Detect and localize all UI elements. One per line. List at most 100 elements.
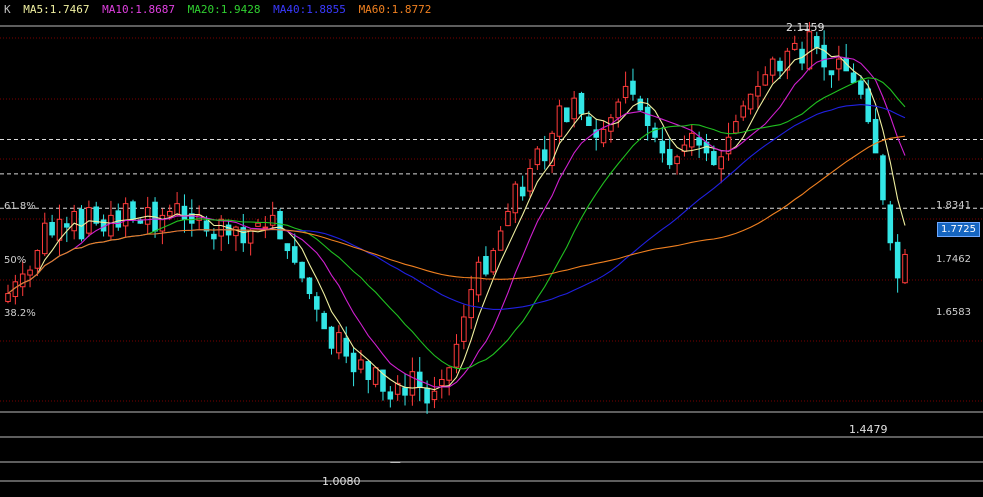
- candle-body-91: [674, 156, 680, 165]
- candle-body-58: [431, 390, 438, 401]
- candle-body-55: [409, 371, 416, 396]
- candle-body-102: [755, 85, 761, 97]
- candle-body-14: [108, 214, 114, 237]
- candle-body-96: [711, 151, 717, 166]
- candle-body-41: [306, 277, 313, 295]
- candle-body-66: [490, 250, 497, 273]
- candle-body-87: [644, 106, 651, 127]
- candle-body-43: [321, 312, 327, 330]
- candle-body-17: [130, 201, 136, 220]
- candle-body-77: [571, 97, 577, 120]
- legend-ma5: MA5:1.7467: [23, 3, 90, 16]
- candle-body-97: [718, 156, 724, 170]
- candle-body-6: [49, 221, 55, 236]
- candle-body-69: [512, 183, 519, 214]
- candle-body-119: [880, 155, 886, 201]
- candle-body-10: [78, 208, 85, 240]
- candle-body-116: [858, 80, 864, 95]
- candle-body-112: [828, 70, 835, 76]
- candle-body-46: [343, 337, 349, 357]
- candle-body-8: [64, 223, 70, 228]
- chart-canvas[interactable]: [0, 0, 983, 497]
- kline-chart[interactable]: K MA5:1.7467 MA10:1.8687 MA20:1.9428 MA4…: [0, 0, 983, 497]
- candle-body-48: [358, 359, 364, 370]
- fib-level-value-382: 1.6583: [936, 307, 971, 318]
- candle-body-111: [821, 44, 827, 68]
- candle-body-79: [586, 116, 592, 127]
- candle-body-85: [630, 80, 636, 95]
- candle-body-44: [328, 326, 335, 349]
- candle-body-42: [314, 296, 320, 310]
- current-price-tag: 1.7725: [937, 222, 980, 237]
- candle-body-57: [424, 387, 430, 404]
- candle-body-110: [813, 36, 820, 48]
- candle-body-35: [262, 226, 269, 229]
- candle-body-90: [666, 148, 673, 166]
- fib-level-value-50: 1.7462: [936, 254, 971, 265]
- candle-body-38: [284, 243, 291, 252]
- candle-body-86: [637, 98, 644, 111]
- legend-ma10: MA10:1.8687: [102, 3, 175, 16]
- candle-body-105: [777, 60, 783, 72]
- candle-body-54: [402, 387, 408, 396]
- candle-body-65: [483, 256, 489, 275]
- candle-body-84: [622, 85, 629, 99]
- candle-body-2: [19, 273, 26, 288]
- candle-body-75: [556, 105, 563, 137]
- candle-body-52: [387, 391, 394, 400]
- recent-low-label: 1.4479: [849, 423, 888, 436]
- candle-body-113: [836, 58, 842, 70]
- candle-body-9: [71, 210, 77, 232]
- legend-ma60: MA60:1.8772: [358, 3, 432, 16]
- candle-body-34: [255, 222, 261, 227]
- candle-body-103: [762, 74, 769, 86]
- candle-body-0: [5, 293, 11, 302]
- candle-body-73: [541, 149, 548, 162]
- low-price-label: 1.0080: [322, 475, 361, 488]
- candle-body-50: [372, 367, 379, 385]
- candle-body-39: [291, 246, 298, 263]
- candle-body-118: [872, 118, 879, 154]
- legend-prefix: K: [4, 3, 11, 16]
- candle-body-15: [115, 210, 122, 228]
- candle-body-93: [688, 132, 695, 148]
- ma60-line: [7, 135, 906, 294]
- legend-ma20: MA20:1.9428: [187, 3, 261, 16]
- candle-body-5: [41, 222, 48, 255]
- candle-body-78: [578, 92, 585, 115]
- candle-body-59: [439, 378, 445, 386]
- candle-body-70: [519, 186, 526, 197]
- candle-body-83: [615, 101, 622, 119]
- candle-body-47: [350, 352, 357, 373]
- candle-body-121: [894, 241, 901, 279]
- candle-body-99: [733, 121, 739, 134]
- candle-body-60: [446, 367, 452, 381]
- candle-body-115: [850, 72, 857, 84]
- candle-body-33: [247, 230, 254, 244]
- fib-level-label-50: 50%: [4, 255, 27, 266]
- candle-body-68: [505, 210, 511, 227]
- candle-body-72: [534, 148, 541, 166]
- candle-body-100: [740, 105, 747, 118]
- legend-ma40: MA40:1.8855: [273, 3, 346, 16]
- candle-body-37: [277, 211, 283, 240]
- candle-body-107: [791, 42, 798, 50]
- fib-level-label-618: 61.8%: [4, 201, 36, 212]
- candle-body-3: [27, 269, 33, 276]
- candle-body-104: [769, 58, 776, 76]
- candle-body-24: [181, 205, 188, 220]
- candle-body-45: [336, 332, 342, 354]
- candle-body-62: [461, 316, 467, 342]
- candle-body-94: [696, 137, 702, 146]
- ma-legend: K MA5:1.7467 MA10:1.8687 MA20:1.9428 MA4…: [4, 3, 437, 16]
- fib-level-label-382: 38.2%: [4, 308, 36, 319]
- candle-body-109: [806, 31, 813, 70]
- fib-level-value-618: 1.8341: [936, 200, 971, 211]
- ma40-line: [7, 104, 906, 310]
- candle-body-4: [34, 250, 41, 269]
- candle-body-71: [527, 167, 533, 192]
- high-price-label: 2.1159: [786, 21, 825, 34]
- candle-body-31: [233, 226, 239, 237]
- candle-body-81: [600, 128, 607, 144]
- candle-body-63: [468, 289, 474, 319]
